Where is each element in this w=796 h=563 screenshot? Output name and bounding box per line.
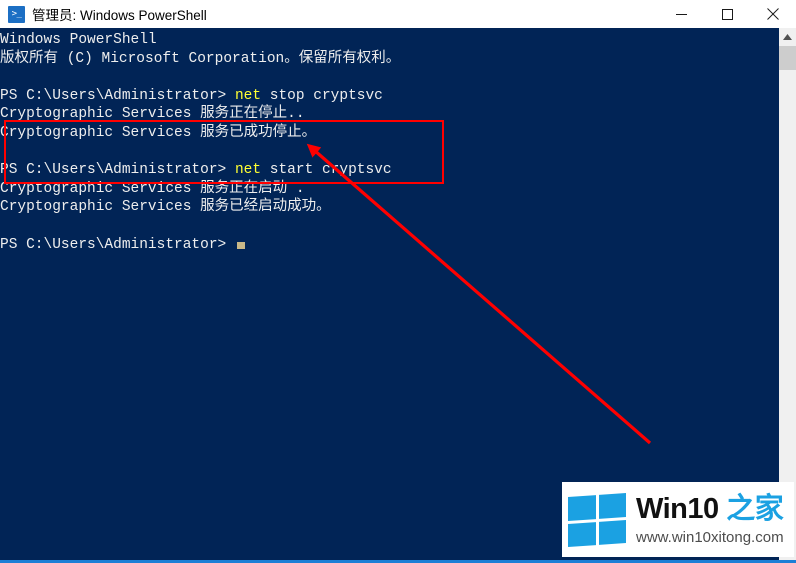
powershell-icon: >_ (8, 5, 25, 23)
console-line: 版权所有 (C) Microsoft Corporation。保留所有权利。 (0, 50, 401, 67)
close-icon (767, 8, 779, 20)
minimize-button[interactable] (658, 0, 704, 28)
console-line: Windows PowerShell (0, 32, 157, 48)
watermark-brand: Win10 之家 (636, 492, 784, 525)
powershell-window: >_ 管理员: Windows PowerShell Windows Power… (0, 0, 796, 563)
console-line: Cryptographic Services 服务已成功停止。 (0, 124, 317, 141)
watermark: Win10 之家 www.win10xitong.com (562, 482, 794, 557)
windows-logo-icon (568, 492, 626, 547)
watermark-text: Win10 之家 www.win10xitong.com (636, 492, 784, 546)
console-command-keyword: net (234, 87, 262, 104)
console-cursor (236, 241, 245, 249)
watermark-brand-en: Win10 (636, 492, 719, 525)
minimize-icon (675, 13, 687, 15)
console-line: Cryptographic Services 服务正在停止.. (0, 106, 305, 123)
console-command-args: start cryptsvc (261, 162, 392, 179)
console-prompt: PS C:\Users\Administrator> (0, 87, 235, 104)
console-command-args: stop cryptsvc (261, 87, 383, 104)
window-title: 管理员: Windows PowerShell (32, 8, 207, 23)
chevron-up-icon (783, 33, 792, 40)
console-line: PS C:\Users\Administrator> net start cry… (0, 161, 779, 180)
scrollbar-up-button[interactable] (779, 28, 796, 45)
console-line: Cryptographic Services 服务已经启动成功。 (0, 199, 331, 216)
watermark-brand-cn: 之家 (726, 492, 784, 525)
scrollbar-thumb[interactable] (779, 46, 796, 70)
console-text: Windows PowerShell 版权所有 (C) Microsoft Cor… (0, 31, 779, 254)
maximize-icon (721, 8, 733, 20)
console-command-keyword: net (234, 162, 262, 179)
maximize-button[interactable] (704, 0, 750, 28)
powershell-icon-glyph: >_ (11, 8, 22, 19)
console-line: Cryptographic Services 服务正在启动 . (0, 180, 305, 197)
window-controls (658, 0, 796, 28)
watermark-url: www.win10xitong.com (636, 528, 784, 546)
close-button[interactable] (750, 0, 796, 28)
console-line: PS C:\Users\Administrator> (0, 236, 779, 255)
console-prompt: PS C:\Users\Administrator> (0, 162, 235, 179)
title-bar: >_ 管理员: Windows PowerShell (0, 0, 796, 28)
console-line: PS C:\Users\Administrator> net stop cryp… (0, 87, 779, 106)
console-prompt: PS C:\Users\Administrator> (0, 236, 235, 253)
